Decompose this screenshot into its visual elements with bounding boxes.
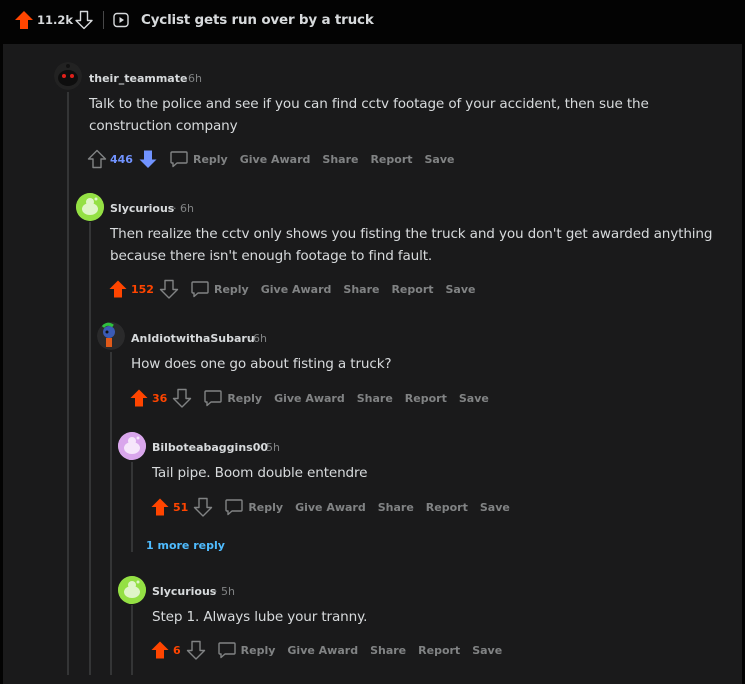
comment-timestamp[interactable]: · 6h [173, 202, 194, 215]
reply-button[interactable]: Reply [224, 497, 283, 517]
report-button[interactable]: Report [370, 153, 412, 166]
comment-actions: 51 Reply Give Award Share Report Save [149, 495, 510, 519]
upvote-icon[interactable] [14, 10, 34, 30]
give-award-button[interactable]: Give Award [295, 501, 366, 514]
comment-actions: 6 Reply Give Award Share Report Save [149, 638, 502, 662]
share-button[interactable]: Share [357, 392, 393, 405]
give-award-button[interactable]: Give Award [274, 392, 345, 405]
thread-line[interactable] [67, 92, 69, 675]
reply-label: Reply [192, 152, 228, 166]
comment-timestamp[interactable]: · 6h [246, 332, 267, 345]
post-score: 11.2k [37, 13, 74, 27]
report-button[interactable]: Report [391, 283, 433, 296]
thread-line[interactable] [131, 462, 133, 552]
give-award-button[interactable]: Give Award [261, 283, 332, 296]
comment-timestamp[interactable]: · 6h [181, 72, 202, 85]
save-button[interactable]: Save [472, 644, 502, 657]
downvote-icon[interactable] [192, 496, 214, 518]
avatar[interactable] [54, 62, 82, 90]
avatar[interactable] [76, 193, 104, 221]
share-button[interactable]: Share [378, 501, 414, 514]
share-button[interactable]: Share [322, 153, 358, 166]
comment-body: How does one go about fisting a truck? [131, 356, 392, 372]
comment-icon [191, 281, 209, 298]
reply-label: Reply [248, 500, 284, 514]
reply-button[interactable]: Reply [217, 640, 276, 660]
thread-line[interactable] [89, 222, 91, 675]
reply-button[interactable]: Reply [169, 149, 228, 169]
comment-author[interactable]: AnIdiotwithaSubaru [131, 332, 255, 345]
divider [103, 11, 104, 29]
avatar[interactable] [118, 576, 146, 604]
thread-line[interactable] [110, 352, 112, 675]
avatar[interactable] [118, 432, 146, 460]
upvote-icon[interactable] [86, 148, 108, 170]
save-button[interactable]: Save [480, 501, 510, 514]
give-award-button[interactable]: Give Award [240, 153, 311, 166]
reply-label: Reply [227, 391, 263, 405]
downvote-icon[interactable] [185, 639, 207, 661]
comment-author[interactable]: Slycurious [110, 202, 174, 215]
upvote-icon[interactable] [149, 639, 171, 661]
comment-score: 36 [152, 391, 168, 405]
comment-icon [225, 499, 244, 516]
save-button[interactable]: Save [425, 153, 455, 166]
upvote-icon[interactable] [149, 496, 171, 518]
share-button[interactable]: Share [343, 283, 379, 296]
thread-line[interactable] [131, 605, 133, 675]
share-button[interactable]: Share [370, 644, 406, 657]
reply-label: Reply [240, 643, 276, 657]
comment-score: 152 [131, 282, 154, 296]
downvote-icon[interactable] [158, 278, 180, 300]
comment-icon [217, 642, 236, 659]
post-title[interactable]: Cyclist gets run over by a truck [141, 12, 374, 28]
comment-score: 446 [110, 152, 133, 166]
frame-left [0, 44, 3, 684]
comment-actions: 152 Reply Give Award Share Report Save [107, 277, 475, 301]
comment-author[interactable]: Slycurious [152, 585, 216, 598]
reply-button[interactable]: Reply [190, 279, 249, 299]
more-replies-link[interactable]: 1 more reply [146, 539, 225, 552]
upvote-icon[interactable] [128, 387, 150, 409]
comment-author[interactable]: their_teammate [89, 72, 187, 85]
save-button[interactable]: Save [459, 392, 489, 405]
comment-actions: 446 Reply Give Award Share Report Save [86, 147, 454, 171]
downvote-icon[interactable] [137, 148, 159, 170]
comment-timestamp[interactable]: · 5h [214, 585, 235, 598]
comment-icon [170, 151, 188, 168]
post-header-bar: 11.2k Cyclist gets run over by a truck [0, 0, 745, 40]
comment-score: 6 [173, 643, 181, 657]
comment-author[interactable]: Bilboteabaggins00 [152, 441, 268, 454]
comment-timestamp[interactable]: · 5h [259, 441, 280, 454]
comment-score: 51 [173, 500, 189, 514]
downvote-icon[interactable] [171, 387, 193, 409]
comment-body: Talk to the police and see if you can fi… [89, 96, 649, 134]
comment-body: Tail pipe. Boom double entendre [152, 465, 368, 481]
downvote-icon[interactable] [74, 10, 94, 30]
comment-actions: 36 Reply Give Award Share Report Save [128, 386, 489, 410]
report-button[interactable]: Report [418, 644, 460, 657]
give-award-button[interactable]: Give Award [287, 644, 358, 657]
avatar[interactable] [97, 322, 125, 350]
save-button[interactable]: Save [446, 283, 476, 296]
reply-label: Reply [213, 282, 249, 296]
video-post-icon [113, 12, 129, 28]
upvote-icon[interactable] [107, 278, 129, 300]
comment-body: Step 1. Always lube your tranny. [152, 609, 368, 625]
report-button[interactable]: Report [405, 392, 447, 405]
report-button[interactable]: Report [426, 501, 468, 514]
reply-button[interactable]: Reply [203, 388, 262, 408]
comment-body: Then realize the cctv only shows you fis… [110, 226, 713, 264]
comment-icon [204, 390, 223, 407]
